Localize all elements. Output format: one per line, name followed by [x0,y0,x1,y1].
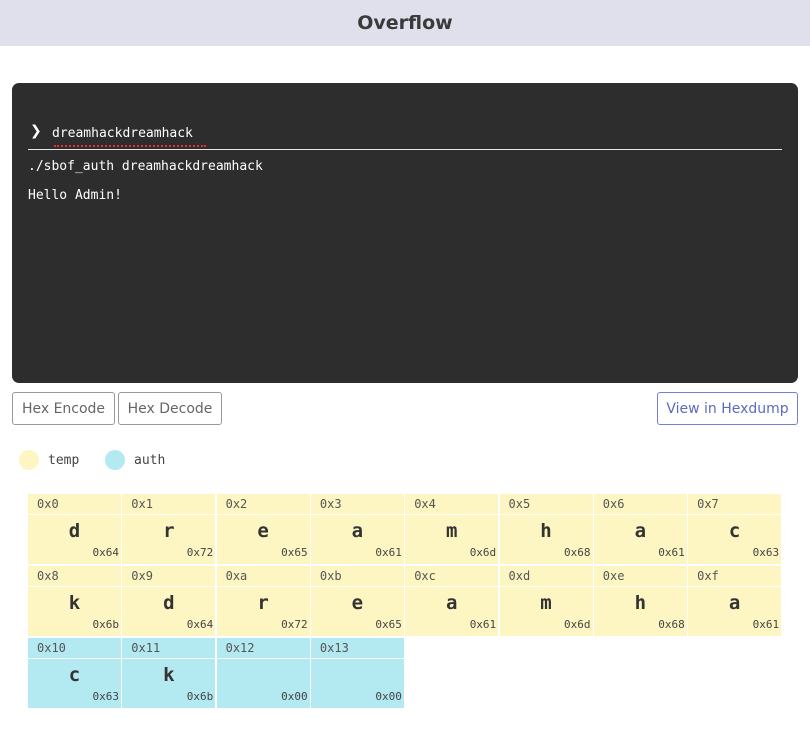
legend-item-auth: auth [105,450,165,470]
memory-cell: 0xf a 0x61 [688,566,782,636]
memory-cell: 0x9 d 0x64 [122,566,216,636]
chevron-right-icon: ❯ [30,123,42,139]
memory-cell-address: 0xa [216,566,310,587]
memory-cell-address: 0x1 [122,494,216,515]
memory-cell-char: a [634,520,647,542]
memory-cell-address: 0x4 [405,494,499,515]
memory-cell-address: 0x7 [688,494,782,515]
hex-decode-button[interactable]: Hex Decode [118,392,222,425]
legend-item-temp: temp [19,450,79,470]
memory-cell-char: d [68,520,81,542]
memory-cell-hex: 0x72 [186,546,214,559]
memory-cell-address: 0x2 [216,494,310,515]
memory-cell: 0xd m 0x6d [499,566,593,636]
output-line-command: ./sbof_auth dreamhackdreamhack [28,159,263,174]
memory-cell-address: 0x13 [310,638,404,659]
memory-cell-hex: 0x61 [469,618,497,631]
memory-cell-address: 0x6 [593,494,687,515]
memory-cell-hex: 0x64 [92,546,120,559]
memory-cell: 0x5 h 0x68 [499,494,593,564]
page-title: Overflow [357,12,453,34]
memory-cell: 0x6 a 0x61 [593,494,687,564]
view-in-hexdump-button[interactable]: View in Hexdump [657,392,798,425]
memory-cell-hex: 0x72 [281,618,308,631]
memory-cell-address: 0x10 [28,638,121,659]
memory-cell: 0x8 k 0x6b [28,566,121,636]
memory-cell-hex: 0x61 [375,546,402,559]
memory-cell-address: 0x5 [499,494,593,515]
legend-label-auth: auth [134,452,166,468]
memory-cell-hex: 0x63 [92,690,120,703]
memory-cell-char: k [163,664,175,686]
memory-cell-char: c [68,664,81,686]
memory-cell-address: 0xe [593,566,687,587]
memory-cell-address: 0xd [499,566,593,587]
memory-cell-char: h [540,520,552,542]
memory-cell-hex: 0x65 [375,618,402,631]
temp-color-swatch [19,450,39,470]
legend-label-temp: temp [48,452,80,468]
memory-cell-char: a [728,592,741,614]
memory-cell-char: m [445,520,458,542]
memory-cell: 0xb e 0x65 [310,566,404,636]
memory-cell: 0x3 a 0x61 [310,494,404,564]
memory-cell-hex: 0x68 [564,546,591,559]
memory-cell-char: h [634,592,647,614]
memory-cell-char: e [257,520,269,542]
memory-cell-hex: 0x61 [658,546,685,559]
memory-cell-char: r [257,592,269,614]
memory-cell-address: 0xc [405,566,499,587]
output-line-result: Hello Admin! [28,188,122,203]
memory-cell-char: c [728,520,741,542]
memory-cell: 0xa r 0x72 [216,566,310,636]
memory-cell-hex: 0x68 [658,618,685,631]
command-prompt: ❯ [28,121,782,150]
memory-cell-address: 0x11 [122,638,216,659]
memory-cell: 0x0 d 0x64 [28,494,121,564]
memory-cell-hex: 0x63 [752,546,780,559]
memory-cell-hex: 0x64 [186,618,214,631]
memory-cell-hex: 0x65 [281,546,308,559]
command-input[interactable] [52,123,752,143]
memory-cell: 0x12 0x00 [216,638,310,708]
memory-cell: 0x1 r 0x72 [122,494,216,564]
memory-cell-char: r [163,520,175,542]
hex-encode-button[interactable]: Hex Encode [12,392,115,425]
memory-cell: 0xe h 0x68 [593,566,687,636]
memory-cell: 0x4 m 0x6d [405,494,499,564]
memory-cell-hex: 0x6d [564,618,591,631]
memory-cell-address: 0x9 [122,566,216,587]
memory-cell-address: 0x3 [310,494,404,515]
memory-cell-address: 0xb [310,566,404,587]
terminal-panel: ❯ ./sbof_auth dreamhackdreamhack Hello A… [12,83,798,383]
memory-cell-address: 0x12 [216,638,310,659]
memory-cell-address: 0xf [688,566,782,587]
memory-cell-address: 0x8 [28,566,121,587]
memory-cell-char: e [351,592,364,614]
memory-cell-char: m [540,592,552,614]
memory-cell: 0x2 e 0x65 [216,494,310,564]
memory-cell-char: k [68,592,81,614]
memory-cell-hex: 0x61 [752,618,780,631]
memory-cell-char: d [163,592,175,614]
app-header: Overflow [0,0,810,46]
memory-cell-char: a [445,592,458,614]
memory-cell: 0x7 c 0x63 [688,494,782,564]
memory-cell: 0xc a 0x61 [405,566,499,636]
memory-cell-hex: 0x00 [375,690,402,703]
memory-cell-char: a [351,520,364,542]
memory-cell: 0x10 c 0x63 [28,638,121,708]
memory-cell-hex: 0x6b [92,618,120,631]
memory-cell-hex: 0x6b [186,690,214,703]
memory-cell: 0x11 k 0x6b [122,638,216,708]
memory-cell-address: 0x0 [28,494,121,515]
spellcheck-underline [54,143,206,147]
auth-color-swatch [105,450,125,470]
memory-cell: 0x13 0x00 [310,638,404,708]
memory-cell-hex: 0x00 [281,690,308,703]
memory-cell-hex: 0x6d [469,546,497,559]
